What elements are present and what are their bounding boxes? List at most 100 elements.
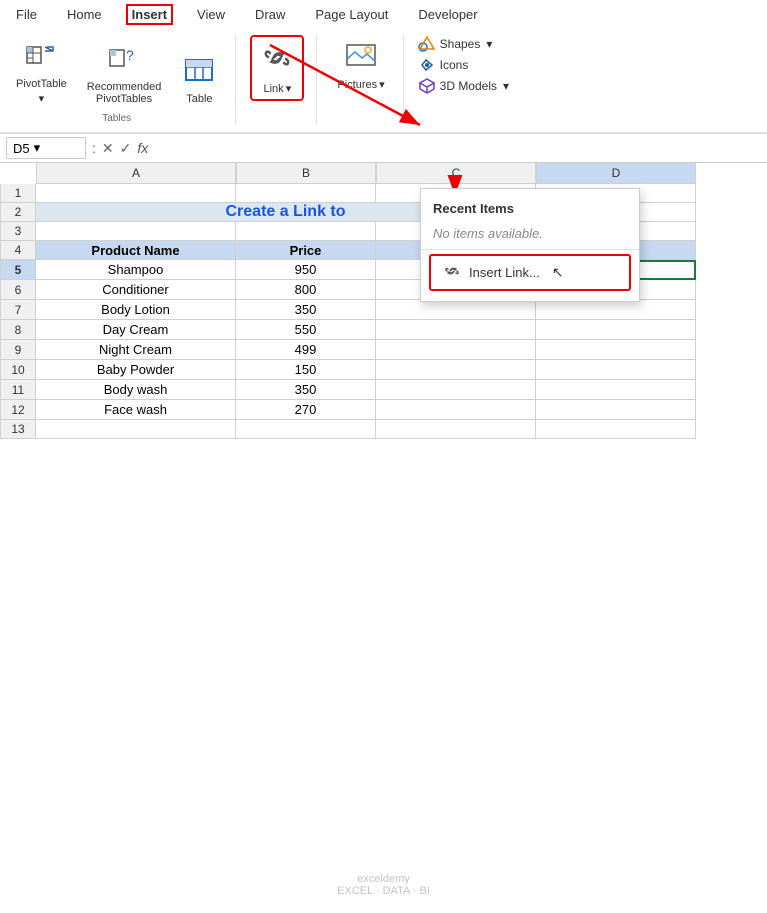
cell-a6[interactable]: Conditioner: [36, 280, 236, 300]
menu-home[interactable]: Home: [61, 4, 108, 25]
cell-a13[interactable]: [36, 420, 236, 439]
menu-file[interactable]: File: [10, 4, 43, 25]
link-button[interactable]: Link ▾: [250, 35, 304, 101]
col-header-b[interactable]: B: [236, 163, 376, 184]
product-face-wash: Face wash: [104, 402, 167, 417]
cell-d7[interactable]: [536, 300, 696, 320]
pivottable-button[interactable]: PivotTable ▾: [10, 35, 73, 109]
row-4: 4 Product Name Price Details: [0, 241, 767, 260]
cell-d11[interactable]: [536, 380, 696, 400]
3d-models-icon: [418, 77, 436, 95]
menu-bar: File Home Insert View Draw Page Layout D…: [0, 0, 767, 29]
row-10: 10 Baby Powder 150: [0, 360, 767, 380]
cell-b1[interactable]: [236, 184, 376, 203]
cell-reference-value: D5: [13, 141, 30, 156]
menu-developer[interactable]: Developer: [412, 4, 483, 25]
cell-reference-box[interactable]: D5 ▾: [6, 137, 86, 159]
row-num-10: 10: [0, 360, 36, 380]
insert-link-label: Insert Link...: [469, 265, 540, 280]
cell-d8[interactable]: [536, 320, 696, 340]
col-header-c[interactable]: C: [376, 163, 536, 184]
cell-a3[interactable]: [36, 222, 236, 241]
price-day-cream: 550: [295, 322, 317, 337]
row-num-6: 6: [0, 280, 36, 300]
cell-c7[interactable]: [376, 300, 536, 320]
cell-a5[interactable]: Shampoo: [36, 260, 236, 280]
product-day-cream: Day Cream: [103, 322, 169, 337]
link-dropdown-arrow[interactable]: ▾: [286, 82, 292, 95]
pivottable-dropdown[interactable]: ▾: [39, 92, 45, 105]
recommended-pivottables-button[interactable]: ? Recommended PivotTables: [81, 38, 168, 109]
3d-models-dropdown[interactable]: ▾: [503, 79, 509, 93]
pictures-button[interactable]: Pictures ▾: [331, 35, 390, 95]
table-icon: [183, 54, 215, 91]
row-3: 3: [0, 222, 767, 241]
cell-a10[interactable]: Baby Powder: [36, 360, 236, 380]
cell-c8[interactable]: [376, 320, 536, 340]
cell-b11[interactable]: 350: [236, 380, 376, 400]
cell-d9[interactable]: [536, 340, 696, 360]
row-9: 9 Night Cream 499: [0, 340, 767, 360]
ribbon-group-link: Link ▾ Link: [250, 35, 317, 124]
cell-a11[interactable]: Body wash: [36, 380, 236, 400]
cell-d10[interactable]: [536, 360, 696, 380]
row-5: 5 Shampoo 950: [0, 260, 767, 280]
cell-b7[interactable]: 350: [236, 300, 376, 320]
cell-a4[interactable]: Product Name: [36, 241, 236, 260]
3d-models-button[interactable]: 3D Models ▾: [418, 77, 509, 95]
product-shampoo: Shampoo: [108, 262, 164, 277]
cell-b4[interactable]: Price: [236, 241, 376, 260]
cell-a8[interactable]: Day Cream: [36, 320, 236, 340]
menu-insert[interactable]: Insert: [126, 4, 173, 25]
formula-cross-icon[interactable]: ✕: [102, 140, 114, 157]
icons-button[interactable]: Icons: [418, 56, 509, 74]
cell-c9[interactable]: [376, 340, 536, 360]
cell-a1[interactable]: [36, 184, 236, 203]
row-13: 13: [0, 420, 767, 439]
table-button[interactable]: Table: [175, 50, 223, 109]
pictures-dropdown[interactable]: ▾: [379, 78, 385, 91]
insert-link-item[interactable]: Insert Link... ↖: [429, 254, 631, 291]
menu-view[interactable]: View: [191, 4, 231, 25]
cell-c13[interactable]: [376, 420, 536, 439]
row-num-4: 4: [0, 241, 36, 260]
icons-label: Icons: [440, 58, 469, 72]
link-label: Link: [264, 83, 284, 95]
cell-b9[interactable]: 499: [236, 340, 376, 360]
menu-page-layout[interactable]: Page Layout: [309, 4, 394, 25]
cell-a9[interactable]: Night Cream: [36, 340, 236, 360]
cell-b5[interactable]: 950: [236, 260, 376, 280]
dropdown-divider: [421, 249, 639, 250]
cell-c12[interactable]: [376, 400, 536, 420]
row-num-11: 11: [0, 380, 36, 400]
recommended-icon: ?: [108, 42, 140, 79]
price-body-lotion: 350: [295, 302, 317, 317]
formula-bar: D5 ▾ : ✕ ✓ fx: [0, 134, 767, 163]
row-1: 1: [0, 184, 767, 203]
cell-b13[interactable]: [236, 420, 376, 439]
cell-b3[interactable]: [236, 222, 376, 241]
formula-check-icon[interactable]: ✓: [120, 140, 132, 157]
cell-b12[interactable]: 270: [236, 400, 376, 420]
formula-input[interactable]: [154, 139, 761, 158]
cell-d13[interactable]: [536, 420, 696, 439]
cell-b10[interactable]: 150: [236, 360, 376, 380]
cell-ref-chevron[interactable]: ▾: [34, 140, 41, 156]
cell-b8[interactable]: 550: [236, 320, 376, 340]
3d-models-label: 3D Models: [440, 79, 497, 93]
pivottable-label: PivotTable: [16, 78, 67, 90]
cell-c11[interactable]: [376, 380, 536, 400]
cell-d12[interactable]: [536, 400, 696, 420]
ribbon-group-illustrations: Shapes ▾ Icons: [418, 35, 521, 124]
col-header-d[interactable]: D: [536, 163, 696, 184]
cell-a7[interactable]: Body Lotion: [36, 300, 236, 320]
shapes-dropdown[interactable]: ▾: [486, 37, 492, 51]
col-header-a[interactable]: A: [36, 163, 236, 184]
menu-draw[interactable]: Draw: [249, 4, 291, 25]
column-headers: A B C D: [36, 163, 767, 184]
cell-c10[interactable]: [376, 360, 536, 380]
cell-b6[interactable]: 800: [236, 280, 376, 300]
shapes-button[interactable]: Shapes ▾: [418, 35, 509, 53]
row-num-7: 7: [0, 300, 36, 320]
cell-a12[interactable]: Face wash: [36, 400, 236, 420]
